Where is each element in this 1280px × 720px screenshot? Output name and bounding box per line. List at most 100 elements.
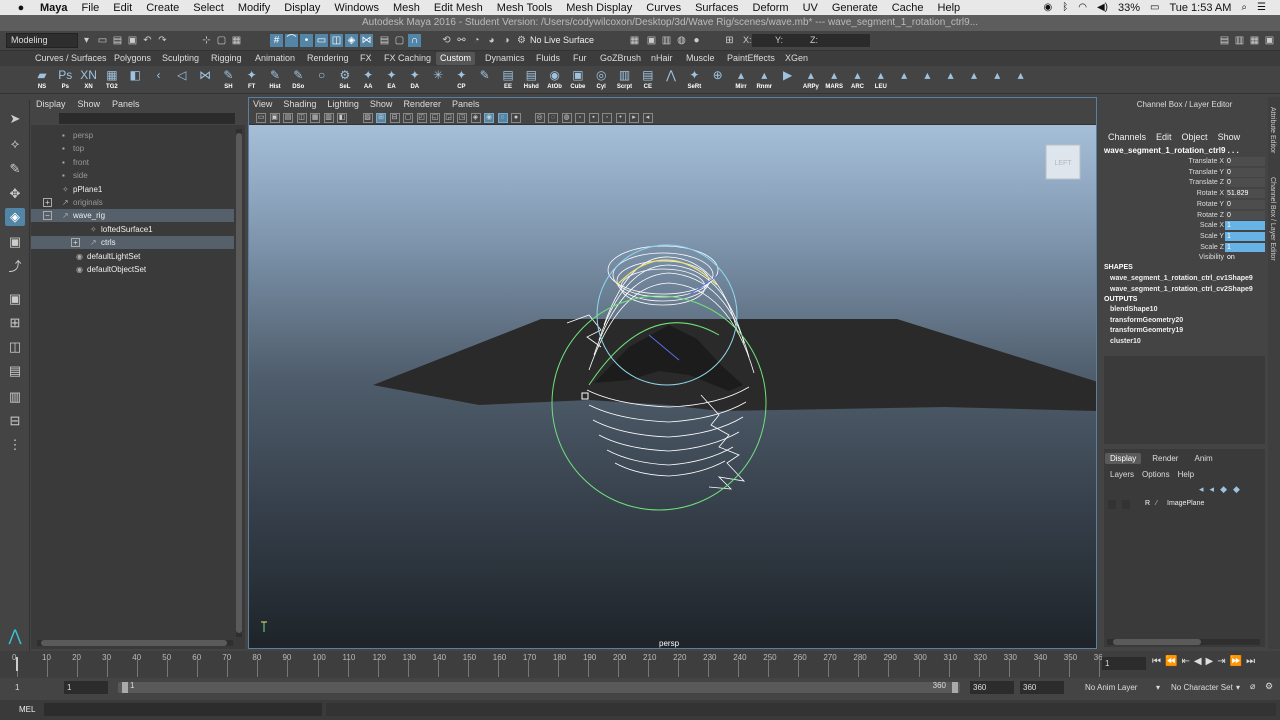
shelf-button-6[interactable]: ‹ [149,68,169,92]
shape-node[interactable]: wave_segment_1_rotation_ctrl_cv1Shape9 [1110,275,1253,282]
paint-select-icon[interactable]: ✎ [5,160,25,178]
shelf-tab-polygons[interactable]: Polygons [110,52,155,65]
script-language[interactable]: MEL [19,705,35,714]
viewport-tool-22-icon[interactable]: ◍ [561,113,572,123]
go-to-start-icon[interactable]: ⏮ [1152,656,1161,667]
render-region-icon[interactable]: ◔ [470,34,483,47]
attr-scale-x[interactable]: Scale X1 [1101,221,1267,231]
viewport-tool-12-icon[interactable]: ◰ [416,113,427,123]
ipr-icon[interactable]: ◑ [500,34,513,47]
toggle-channel-icon[interactable]: ▣ [1263,34,1276,47]
input-icon[interactable]: ▤ [378,34,391,47]
select-hierarchy-icon[interactable]: ⊹ [200,34,213,47]
outliner-item-wave-rig[interactable]: − ↗ wave_rig [31,209,234,223]
outliner-hscroll[interactable] [37,640,233,646]
attr-rotate-y[interactable]: Rotate Y0 [1101,199,1267,210]
range-bar[interactable]: 1 360 [118,681,960,693]
layer-tab-display[interactable]: Display [1105,453,1142,464]
apple-icon[interactable]: ● [14,2,28,14]
viewport-tool-18-icon[interactable]: ○ [497,113,508,123]
shelf-button-42[interactable]: ▴ [987,68,1007,92]
chevron-down-icon[interactable]: ▾ [1236,683,1240,692]
layer-menu-options[interactable]: Options [1142,470,1170,479]
graph-pane-icon[interactable]: ▥ [5,388,25,406]
menu-help[interactable]: Help [938,2,961,14]
snap-view-icon[interactable]: ▭ [315,34,328,47]
viewport-menu-show[interactable]: Show [370,98,393,111]
outliner-item-originals[interactable]: + ↗ originals [31,196,234,209]
output-node[interactable]: transformGeometry20 [1110,317,1183,324]
outliner-menu-display[interactable]: Display [36,97,66,111]
construction-icon[interactable]: ⚯ [455,34,468,47]
undo-icon[interactable]: ↶ [141,34,154,47]
shelf-tab-custom[interactable]: Custom [436,52,476,65]
viewport-tool-6-icon[interactable]: ▥ [323,113,334,123]
attr-scale-z[interactable]: Scale Z1 [1101,242,1267,253]
hypershade-icon[interactable]: ● [690,34,703,47]
menu-mesh[interactable]: Mesh [393,2,420,14]
select-tool-icon[interactable]: ➤ [5,110,25,128]
record-icon[interactable]: ◉ [1043,2,1052,13]
shelf-button-7[interactable]: ◁ [172,68,192,92]
layer-menu-layers[interactable]: Layers [1110,470,1134,479]
outliner-item-top[interactable]: ▪ top [31,142,234,155]
viewport-tool-21-icon[interactable]: ◌ [548,113,558,123]
menu-surfaces[interactable]: Surfaces [695,2,738,14]
outliner-item-loftedsurface1[interactable]: ✧ loftedSurface1 [31,223,234,236]
layer-visibility-toggle[interactable] [1108,500,1116,509]
shelf-button-cp[interactable]: ✦ CP [451,68,471,92]
attr-scale-y[interactable]: Scale Y1 [1101,231,1267,242]
outliner-search[interactable] [59,113,235,124]
render-icon[interactable]: ◕ [485,34,498,47]
shelf-tab-animation[interactable]: Animation [251,52,299,65]
step-forward-key-icon[interactable]: ⇥ [1217,656,1225,667]
shelf-button-tg2[interactable]: ▦ TG2 [102,68,122,92]
attr-value-field[interactable]: 0 [1225,210,1265,220]
viewport-tool-4-icon[interactable]: ◫ [296,113,307,123]
shelf-button-sert[interactable]: ✦ SeRt [684,68,704,92]
viewport-tool-19-icon[interactable]: ● [511,113,521,123]
range-end-handle[interactable] [952,682,958,693]
layer-row[interactable]: R ⁄ ImagePlane [1104,500,1265,512]
lasso-tool-icon[interactable]: ⟡ [5,135,25,153]
viewport-tool-3-icon[interactable]: ▤ [283,113,293,123]
transform-mode-icon[interactable]: ⊞ [723,34,736,47]
viewport-tool-25-icon[interactable]: ◦ [602,113,612,123]
notification-icon[interactable]: ☰ [1257,2,1266,13]
chevron-down-icon[interactable]: ▾ [80,34,93,47]
attr-translate-x[interactable]: Translate X0 [1101,157,1267,167]
menu-mesh-tools[interactable]: Mesh Tools [497,2,552,14]
end-frame-field[interactable]: 360 [1020,681,1064,694]
viewport-tool-15-icon[interactable]: ◳ [457,113,467,123]
viewport-tool-26-icon[interactable]: • [615,113,626,123]
render-frame-icon[interactable]: ▣ [645,34,658,47]
shelf-tab-nhair[interactable]: nHair [647,52,677,65]
snap-curve-icon[interactable]: ⌒ [285,34,298,47]
viewport-panel[interactable]: View Shading Lighting Show Renderer Panels ▭ ▣… [248,97,1097,649]
wifi-icon[interactable]: ◠ [1078,2,1087,13]
menu-uv[interactable]: UV [803,2,818,14]
shelf-tab-xgen[interactable]: XGen [781,52,812,65]
attr-value-field[interactable]: 51.829 [1225,189,1265,199]
menu-select[interactable]: Select [193,2,224,14]
z-field[interactable] [820,34,870,47]
menu-display[interactable]: Display [284,2,320,14]
shelf-button-rnmr[interactable]: ▴ Rnmr [754,68,774,92]
shelf-button-39[interactable]: ▴ [917,68,937,92]
shelf-tab-dynamics[interactable]: Dynamics [481,52,529,65]
save-scene-icon[interactable]: ▣ [126,34,139,47]
rotate-tool-icon[interactable]: ◈ [5,208,25,226]
scale-tool-icon[interactable]: ▣ [5,233,25,251]
spotlight-icon[interactable]: ⌕ [1241,2,1247,13]
shelf-button-da[interactable]: ✦ DA [405,68,425,92]
layer-hscroll[interactable] [1107,639,1260,645]
attr-translate-y[interactable]: Translate Y0 [1101,167,1267,178]
shelf-tab-gozbrush[interactable]: GoZBrush [596,52,645,65]
outliner-vscroll[interactable] [236,129,242,637]
outliner-item-side[interactable]: ▪ side [31,169,234,182]
attribute-editor-tab[interactable]: Attribute Editor [1269,107,1276,153]
attr-value-field[interactable]: 0 [1225,199,1265,209]
attr-value-field[interactable]: 0 [1225,157,1265,166]
outliner-item-pplane1[interactable]: ✧ pPlane1 [31,183,234,196]
render-view-icon[interactable]: ▦ [628,34,641,47]
